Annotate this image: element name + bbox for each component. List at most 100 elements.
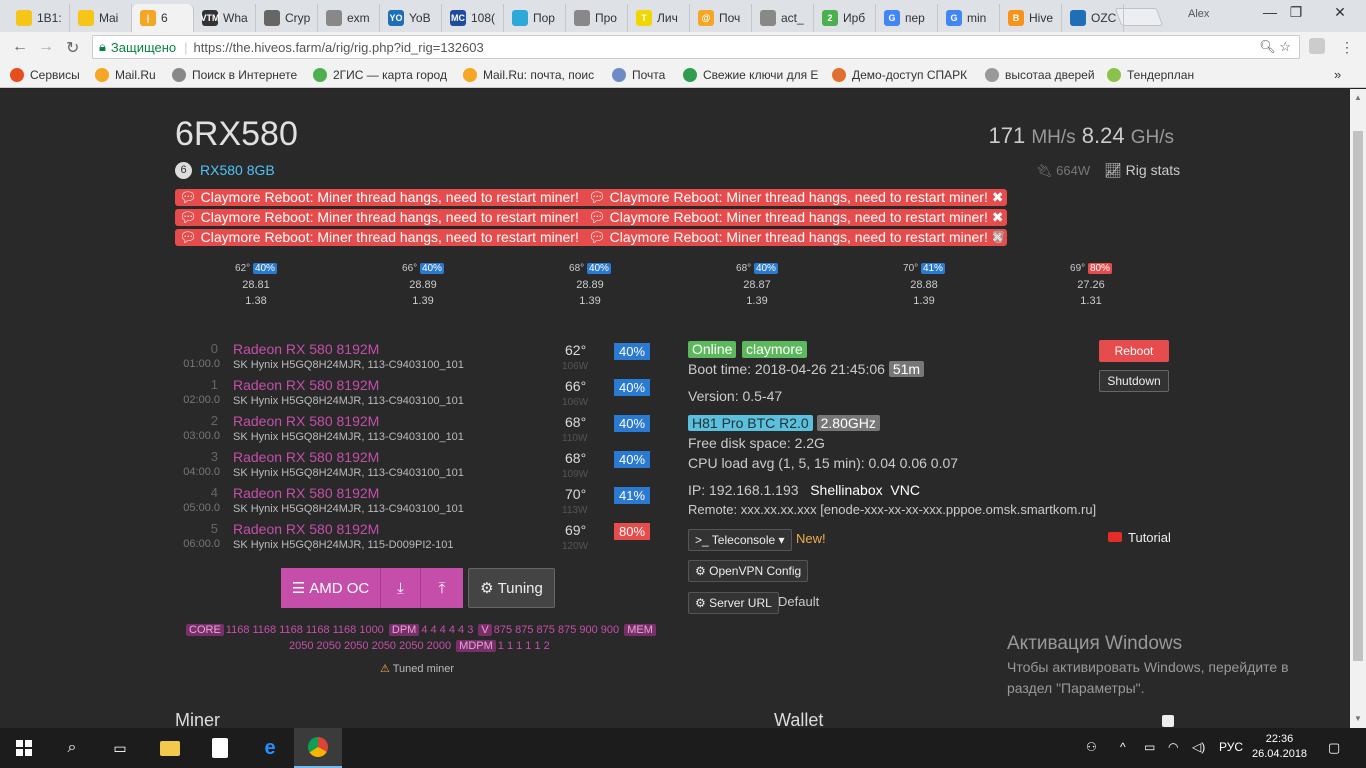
browser-tab[interactable]: OZC [1062, 4, 1124, 32]
bookmark-favicon-icon [95, 68, 109, 82]
address-toolbar: ← → ↻ 🔒︎ Защищено | https://the.hiveos.f… [0, 32, 1366, 62]
bookmark-item[interactable]: Поиск в Интернете [172, 68, 297, 82]
amd-oc-button[interactable]: ☰ AMD OC [281, 568, 381, 608]
volume-icon[interactable]: ◁) [1192, 740, 1205, 754]
download-oc-button[interactable]: ⤓ [381, 568, 421, 608]
boot-time-label: Boot time: 2018-04-26 21:45:06 [688, 361, 885, 377]
tutorial-link[interactable]: Tutorial [1108, 530, 1171, 545]
tab-label: exm [347, 11, 370, 25]
rig-stats-link[interactable]: 📈︎ Rig stats [1104, 162, 1180, 179]
page-scrollbar[interactable]: ▲ ▼ [1350, 89, 1366, 728]
browser-tab[interactable]: Пор [504, 4, 566, 32]
browser-tab[interactable]: Gпер [876, 4, 938, 32]
upload-oc-button[interactable]: ⤒ [421, 568, 463, 608]
browser-tab[interactable]: MC 108( [442, 4, 504, 32]
bookmark-item[interactable]: Mail.Ru [95, 68, 156, 82]
bookmark-item[interactable]: 2ГИС — карта город [313, 68, 447, 82]
people-icon[interactable]: ⚇ [1086, 740, 1097, 754]
close-icon[interactable]: ✖ [988, 209, 1004, 225]
scrollbar-thumb[interactable] [1353, 131, 1363, 661]
bookmark-item[interactable]: Свежие ключи для E [683, 68, 818, 82]
bookmark-item[interactable]: Почта [612, 68, 665, 82]
gpu-summary-temp: 68° [569, 263, 585, 274]
chrome-icon[interactable] [294, 728, 342, 768]
trash-icon[interactable]: 🗑︎ [991, 230, 1006, 244]
tray-chevron-icon[interactable]: ^ [1120, 740, 1126, 754]
openvpn-button[interactable]: ⚙ OpenVPN Config [688, 560, 809, 582]
clock[interactable]: 22:36 26.04.2018 [1252, 732, 1307, 762]
file-explorer-icon[interactable] [146, 728, 194, 768]
browser-tab[interactable]: act_ [752, 4, 814, 32]
tab-label: 1B1: [37, 11, 62, 25]
scroll-up-icon[interactable]: ▲ [1354, 93, 1362, 102]
tuning-label: Tuning [497, 579, 543, 597]
more-bookmarks-icon[interactable]: » [1334, 67, 1341, 82]
task-view-icon[interactable]: ▭ [96, 728, 144, 768]
gpu-row: 1 02:00.0 Radeon RX 580 8192M SK Hynix H5GQ… [176, 377, 656, 413]
gpu-name: Radeon RX 580 8192M [233, 377, 380, 393]
gpu-index: 3 [210, 449, 218, 464]
browser-tab[interactable]: @ Поч [690, 4, 752, 32]
tab-favicon-icon [512, 10, 528, 26]
bookmark-item[interactable]: Mail.Ru: почта, поис [463, 68, 594, 82]
profile-name[interactable]: Alex [1188, 8, 1209, 20]
tuning-button[interactable]: ⚙ Tuning [468, 568, 555, 608]
start-button[interactable] [0, 728, 48, 768]
vnc-link[interactable]: VNC [890, 482, 920, 498]
windows-activation-watermark: Активация Windows Чтобы активировать Win… [1007, 633, 1289, 699]
back-icon[interactable]: ← [12, 38, 28, 56]
browser-tab[interactable]: YO YoB [380, 4, 442, 32]
gpu-summary-column: 68° 40% 28.87 1.39 [717, 261, 797, 309]
gpu-model-link[interactable]: RX580 8GB [200, 162, 275, 178]
browser-tab[interactable]: exm [318, 4, 380, 32]
calculator-icon[interactable] [196, 728, 244, 768]
bookmark-item[interactable]: Демо-доступ СПАРК [832, 68, 967, 82]
sliders-icon: ☰ [291, 580, 306, 597]
bookmark-item[interactable]: высотаа дверей [985, 68, 1095, 82]
motherboard-badge: H81 Pro BTC R2.0 [688, 415, 813, 431]
bookmark-label: Поиск в Интернете [192, 68, 298, 82]
extension-icon[interactable] [1309, 38, 1325, 54]
gpu-fan-badge: 40% [614, 343, 650, 360]
browser-tab[interactable]: | 6 [132, 4, 194, 32]
edge-icon[interactable]: e [246, 728, 294, 768]
browser-tab[interactable]: Про [566, 4, 628, 32]
browser-tab[interactable]: B Hive [1000, 4, 1062, 32]
shutdown-button[interactable]: Shutdown [1099, 370, 1169, 392]
tab-favicon-icon: 2 [822, 10, 838, 26]
gpu-power: 113W [562, 505, 588, 516]
shellinabox-link[interactable]: Shellinabox [810, 482, 882, 498]
maximize-icon[interactable]: ❐ [1276, 4, 1316, 21]
teleconsole-dropdown[interactable]: >_ Teleconsole ▾ [688, 529, 792, 551]
edit-icon[interactable] [1162, 715, 1174, 727]
browser-tab[interactable]: Mai [70, 4, 132, 32]
network-icon[interactable]: ◠ [1168, 740, 1178, 754]
notifications-icon[interactable]: ▢ [1328, 740, 1340, 756]
reload-icon[interactable]: ↻ [66, 38, 79, 58]
reboot-button[interactable]: Reboot [1099, 340, 1169, 362]
search-icon[interactable]: ⌕ [48, 728, 96, 768]
tab-label: Wha [223, 11, 248, 25]
forward-icon[interactable]: → [38, 38, 54, 56]
gpu-index: 0 [210, 341, 218, 356]
browser-menu-icon[interactable]: ⋮ [1340, 39, 1354, 56]
language-indicator[interactable]: РУС [1219, 740, 1243, 754]
scroll-down-icon[interactable]: ▼ [1354, 714, 1362, 723]
browser-tab[interactable]: VTM Wha [194, 4, 256, 32]
battery-icon[interactable]: ▭ [1144, 740, 1155, 754]
close-icon[interactable]: ✖ [988, 189, 1004, 205]
bookmark-item[interactable]: Сервисы [10, 68, 80, 82]
gpu-temp: 62° [565, 342, 587, 358]
alert-message: 💬︎ Claymore Reboot: Miner thread hangs, … [175, 229, 599, 246]
close-window-icon[interactable]: ✕ [1320, 4, 1360, 21]
version-text: Version: 0.5-47 [688, 388, 783, 404]
browser-tab[interactable]: 1B1: [8, 4, 70, 32]
browser-tab[interactable]: 2 Ирб [814, 4, 876, 32]
browser-tab[interactable]: Gmin [938, 4, 1000, 32]
server-url-button[interactable]: ⚙ Server URL [688, 592, 779, 614]
browser-tab[interactable]: Cryp [256, 4, 318, 32]
url-input[interactable]: 🔒︎ Защищено | https://the.hiveos.farm/a/… [92, 35, 1300, 59]
zoom-star-icons[interactable]: 🔍︎ ☆ [1259, 39, 1291, 55]
browser-tab[interactable]: T Лич [628, 4, 690, 32]
bookmark-item[interactable]: Тендерплан [1107, 68, 1194, 82]
